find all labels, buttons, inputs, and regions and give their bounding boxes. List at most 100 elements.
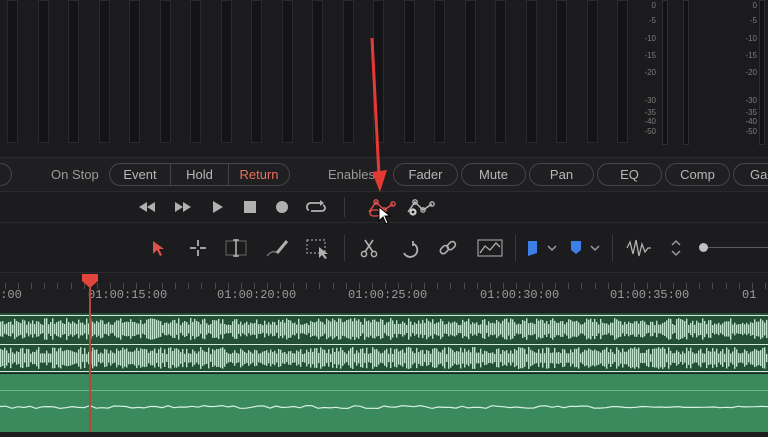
timeline-ruler[interactable]: 0:00 01:00:15:00 01:00:20:00 01:00:25:00… <box>0 273 768 313</box>
enable-comp-button[interactable]: Comp <box>665 163 730 186</box>
enable-mute-button[interactable]: Mute <box>461 163 526 186</box>
enable-gain-button[interactable]: Ga <box>733 163 768 186</box>
mode-hold-button[interactable]: Hold <box>171 164 229 185</box>
ruler-tick <box>215 283 216 289</box>
waveform-sample <box>274 350 276 366</box>
partial-button[interactable] <box>0 163 12 186</box>
waveform-sample <box>556 352 558 364</box>
waveform-sample <box>710 351 712 365</box>
loop-button[interactable] <box>304 198 328 216</box>
ruler-tick <box>31 283 32 289</box>
waveform-sample <box>300 349 302 367</box>
snap-button[interactable] <box>398 237 420 259</box>
enable-fader-button[interactable]: Fader <box>393 163 458 186</box>
range-selection-button[interactable] <box>187 237 209 259</box>
link-button[interactable] <box>437 237 459 259</box>
waveform-sample <box>668 347 670 369</box>
waveform-sample <box>326 352 328 364</box>
waveform-sample <box>702 353 704 363</box>
waveform-sample <box>366 321 368 337</box>
waveform-sample <box>538 320 540 338</box>
waveform-sample <box>52 347 54 369</box>
zoom-slider-track[interactable] <box>708 247 768 248</box>
audio-clip-stereo[interactable] <box>0 313 768 373</box>
waveform-sample <box>480 324 482 334</box>
pencil-tool-button[interactable] <box>265 237 291 259</box>
waveform-sample <box>392 353 394 363</box>
flag-marker-dropdown[interactable] <box>524 237 560 259</box>
fast-forward-button[interactable] <box>172 198 194 216</box>
automation-settings-button[interactable] <box>405 198 435 216</box>
razor-tool-button[interactable] <box>358 237 380 259</box>
waveform-sample <box>132 351 134 365</box>
playhead[interactable] <box>89 282 91 432</box>
waveform-sample <box>200 347 202 369</box>
waveform-sample <box>576 348 578 368</box>
marker-dropdown[interactable] <box>567 237 603 259</box>
waveform-sample <box>324 349 326 367</box>
edit-trim-button[interactable] <box>224 237 248 259</box>
waveform-sample <box>114 322 116 336</box>
ruler-tick <box>739 283 740 289</box>
waveform-sample <box>376 321 378 337</box>
zoom-toggle-button[interactable] <box>666 237 686 259</box>
waveform-sample <box>472 322 474 336</box>
waveform-sample <box>338 318 340 340</box>
waveform-sample <box>276 325 278 333</box>
waveform-sample <box>46 350 48 366</box>
waveform-sample <box>92 347 94 369</box>
record-button[interactable] <box>273 198 291 216</box>
waveform-sample <box>460 347 462 369</box>
waveform-sample <box>630 322 632 336</box>
waveform-sample <box>672 353 674 363</box>
waveform-sample <box>246 353 248 363</box>
ruler-tick <box>346 283 347 289</box>
enable-eq-button[interactable]: EQ <box>597 163 662 186</box>
bus-scale-35: -35 <box>745 108 757 117</box>
waveform-sample <box>726 347 728 369</box>
playhead-marker[interactable] <box>81 273 99 289</box>
bus-scale-10: -10 <box>745 34 757 43</box>
waveform-sample <box>418 352 420 364</box>
meter-scale-15: -15 <box>644 51 656 60</box>
edit-trim-icon <box>225 239 247 257</box>
waveform-sample <box>252 323 254 335</box>
selection-tool-button[interactable] <box>147 237 169 259</box>
waveform-sample <box>704 353 706 363</box>
waveform-sample <box>348 319 350 339</box>
waveform-sample <box>462 319 464 339</box>
waveform-sample <box>186 348 188 368</box>
mode-event-button[interactable]: Event <box>110 164 171 185</box>
channel-meter <box>526 0 537 143</box>
rewind-button[interactable] <box>136 198 158 216</box>
waveform-sample <box>332 348 334 368</box>
mode-return-button[interactable]: Return <box>229 164 289 185</box>
waveform-sample <box>692 320 694 338</box>
region-select-button[interactable] <box>305 237 331 259</box>
audio-wave-button[interactable] <box>625 237 653 259</box>
waveform-sample <box>454 321 456 337</box>
waveform-sample <box>310 348 312 368</box>
enable-pan-button[interactable]: Pan <box>529 163 594 186</box>
waveform-sample <box>636 321 638 337</box>
play-button[interactable] <box>208 198 226 216</box>
waveform-sample <box>394 324 396 334</box>
waveform-sample <box>450 323 452 335</box>
waveform-sample <box>634 321 636 337</box>
clip-envelope-button[interactable] <box>476 237 504 259</box>
waveform-sample <box>646 324 648 334</box>
waveform-sample <box>84 347 86 369</box>
waveform-sample <box>654 348 656 368</box>
zoom-slider-handle[interactable] <box>699 243 708 252</box>
waveform-sample <box>710 320 712 338</box>
waveform-sample <box>120 350 122 366</box>
waveform-sample <box>244 351 246 365</box>
waveform-sample <box>344 321 346 337</box>
waveform-sample <box>760 349 762 367</box>
on-stop-mode-group: Event Hold Return <box>109 163 290 186</box>
stop-button[interactable] <box>241 198 259 216</box>
waveform-sample <box>708 351 710 365</box>
automation-lane[interactable] <box>0 374 768 432</box>
waveform-sample <box>390 347 392 369</box>
waveform-sample <box>156 353 158 363</box>
